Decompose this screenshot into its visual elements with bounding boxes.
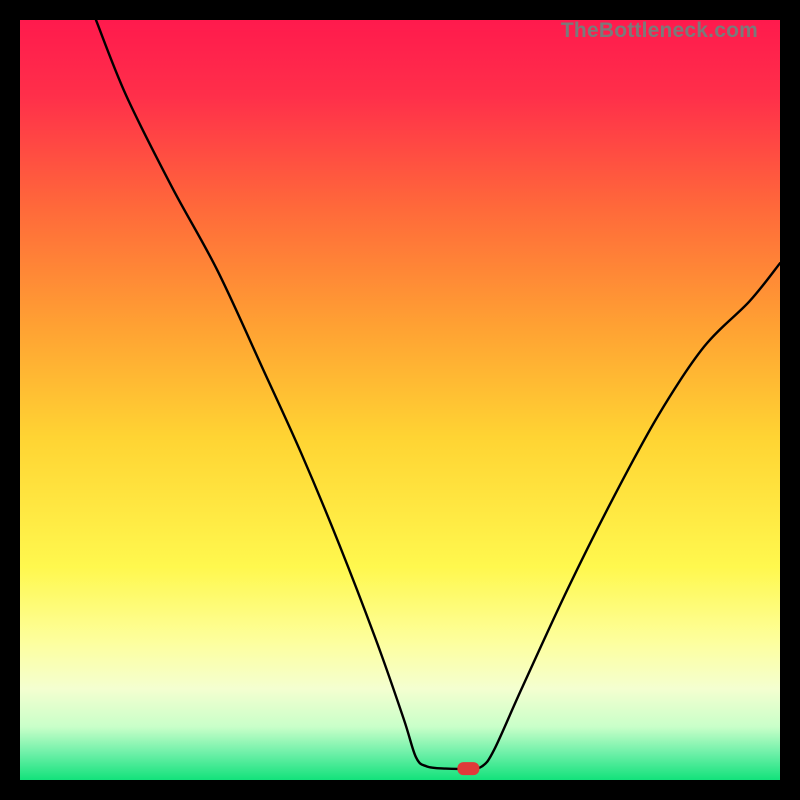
bottleneck-chart — [20, 20, 780, 780]
gradient-background — [20, 20, 780, 780]
watermark-text: TheBottleneck.com — [561, 19, 758, 43]
optimal-point-marker — [457, 762, 479, 775]
chart-frame: TheBottleneck.com — [20, 20, 780, 780]
